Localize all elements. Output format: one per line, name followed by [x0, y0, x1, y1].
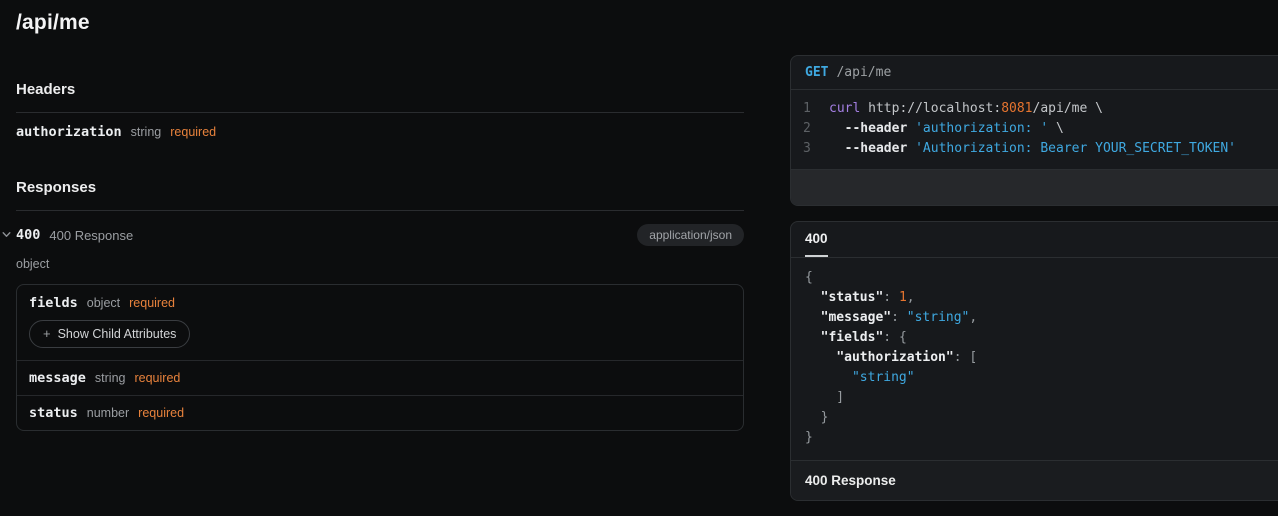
code-line: 3 --header 'Authorization: Bearer YOUR_S… [791, 139, 1278, 159]
show-child-attributes-button[interactable]: + Show Child Attributes [29, 320, 190, 348]
response-footer-label: 400 Response [805, 473, 896, 488]
response-tabs: 400 [791, 222, 1278, 258]
plus-icon: + [43, 326, 51, 341]
code-token: ] [805, 390, 844, 405]
field-type: string [95, 371, 126, 385]
param-required-badge: required [170, 125, 216, 139]
json-line: ] [805, 388, 1278, 408]
page-title: /api/me [16, 10, 744, 36]
code-token: 1 [899, 290, 907, 305]
code-token: 'authorization: ' [907, 121, 1048, 136]
http-method: GET [805, 65, 828, 80]
line-number: 1 [803, 99, 817, 119]
code-token: "string" [852, 370, 915, 385]
header-param-row: authorization string required [16, 113, 744, 155]
json-line: "message": "string", [805, 308, 1278, 328]
code-token: "string" [907, 310, 970, 325]
code-token: --header [829, 141, 907, 156]
response-label: 400 Response [49, 228, 133, 243]
field-required-badge: required [138, 406, 184, 420]
schema-field-line: status number required [29, 405, 731, 421]
code-line: 1 curl http://localhost:8081/api/me \ [791, 99, 1278, 119]
param-name: authorization [16, 124, 122, 140]
json-line: "string" [805, 368, 1278, 388]
response-schema-box: fields object required + Show Child Attr… [16, 284, 744, 431]
code-token: : [883, 330, 899, 345]
response-status-code: 400 [16, 227, 40, 243]
line-number: 2 [803, 119, 817, 139]
endpoint-path: /api/me [836, 65, 891, 80]
code-token: : [954, 350, 970, 365]
code-token: curl [829, 101, 860, 116]
schema-row-status: status number required [17, 395, 743, 430]
chevron-down-icon [1, 227, 12, 238]
field-type: object [87, 296, 120, 310]
response-card-footer: 400 Response [791, 460, 1278, 500]
code-token: 'Authorization: Bearer YOUR_SECRET_TOKEN… [907, 141, 1236, 156]
code-token [805, 370, 852, 385]
code-token [805, 330, 821, 345]
code-token: --header [829, 121, 907, 136]
field-name: message [29, 370, 86, 386]
response-400-toggle-row[interactable]: 400 400 Response application/json [16, 211, 744, 246]
code-token: "message" [821, 310, 891, 325]
field-type: number [87, 406, 129, 420]
code-token: { [805, 270, 813, 285]
request-example-card: GET /api/me 1curl http://localhost:8081/… [790, 55, 1278, 206]
show-child-attributes-label: Show Child Attributes [58, 327, 177, 341]
code-token: } [805, 430, 813, 445]
code-token [805, 350, 836, 365]
field-required-badge: required [134, 371, 180, 385]
tab-400[interactable]: 400 [805, 222, 828, 257]
code-token: /api/me \ [1033, 101, 1103, 116]
endpoint-docs-column: /api/me Headers authorization string req… [16, 0, 744, 431]
param-type: string [131, 125, 162, 139]
examples-column: GET /api/me 1curl http://localhost:8081/… [790, 0, 1278, 501]
curl-code-block: 1 curl http://localhost:8081/api/me \ 2 -… [791, 90, 1278, 169]
code-token: { [899, 330, 907, 345]
field-name: fields [29, 295, 78, 311]
schema-field-line: message string required [29, 370, 731, 386]
json-line: { [805, 268, 1278, 288]
schema-row-fields: fields object required + Show Child Attr… [17, 285, 743, 360]
code-token: 8081 [1001, 101, 1032, 116]
code-token: , [907, 290, 915, 305]
response-example-card: 400 { "status": 1, "message": "string", … [790, 221, 1278, 501]
code-token: "fields" [821, 330, 884, 345]
json-line: "status": 1, [805, 288, 1278, 308]
code-token: , [969, 310, 977, 325]
json-line: "authorization": [ [805, 348, 1278, 368]
code-token: : [883, 290, 899, 305]
field-required-badge: required [129, 296, 175, 310]
request-card-footer [791, 169, 1278, 205]
content-type-badge: application/json [637, 224, 744, 246]
line-number: 3 [803, 139, 817, 159]
code-token: http://localhost: [860, 101, 1001, 116]
json-line: "fields": { [805, 328, 1278, 348]
code-token [805, 290, 821, 305]
code-token: "status" [821, 290, 884, 305]
json-line: } [805, 408, 1278, 428]
code-token: \ [1048, 121, 1064, 136]
code-line: 2 --header 'authorization: ' \ [791, 119, 1278, 139]
responses-heading: Responses [16, 179, 744, 197]
request-example-header: GET /api/me [791, 56, 1278, 90]
code-token: : [891, 310, 907, 325]
code-token: [ [969, 350, 977, 365]
response-json-block: { "status": 1, "message": "string", "fie… [791, 258, 1278, 460]
schema-root-type: object [16, 257, 744, 271]
code-token [805, 310, 821, 325]
schema-row-message: message string required [17, 360, 743, 395]
code-token: "authorization" [836, 350, 953, 365]
headers-heading: Headers [16, 81, 744, 99]
field-name: status [29, 405, 78, 421]
schema-field-line: fields object required [29, 295, 731, 311]
json-line: } [805, 428, 1278, 448]
code-token: } [805, 410, 828, 425]
